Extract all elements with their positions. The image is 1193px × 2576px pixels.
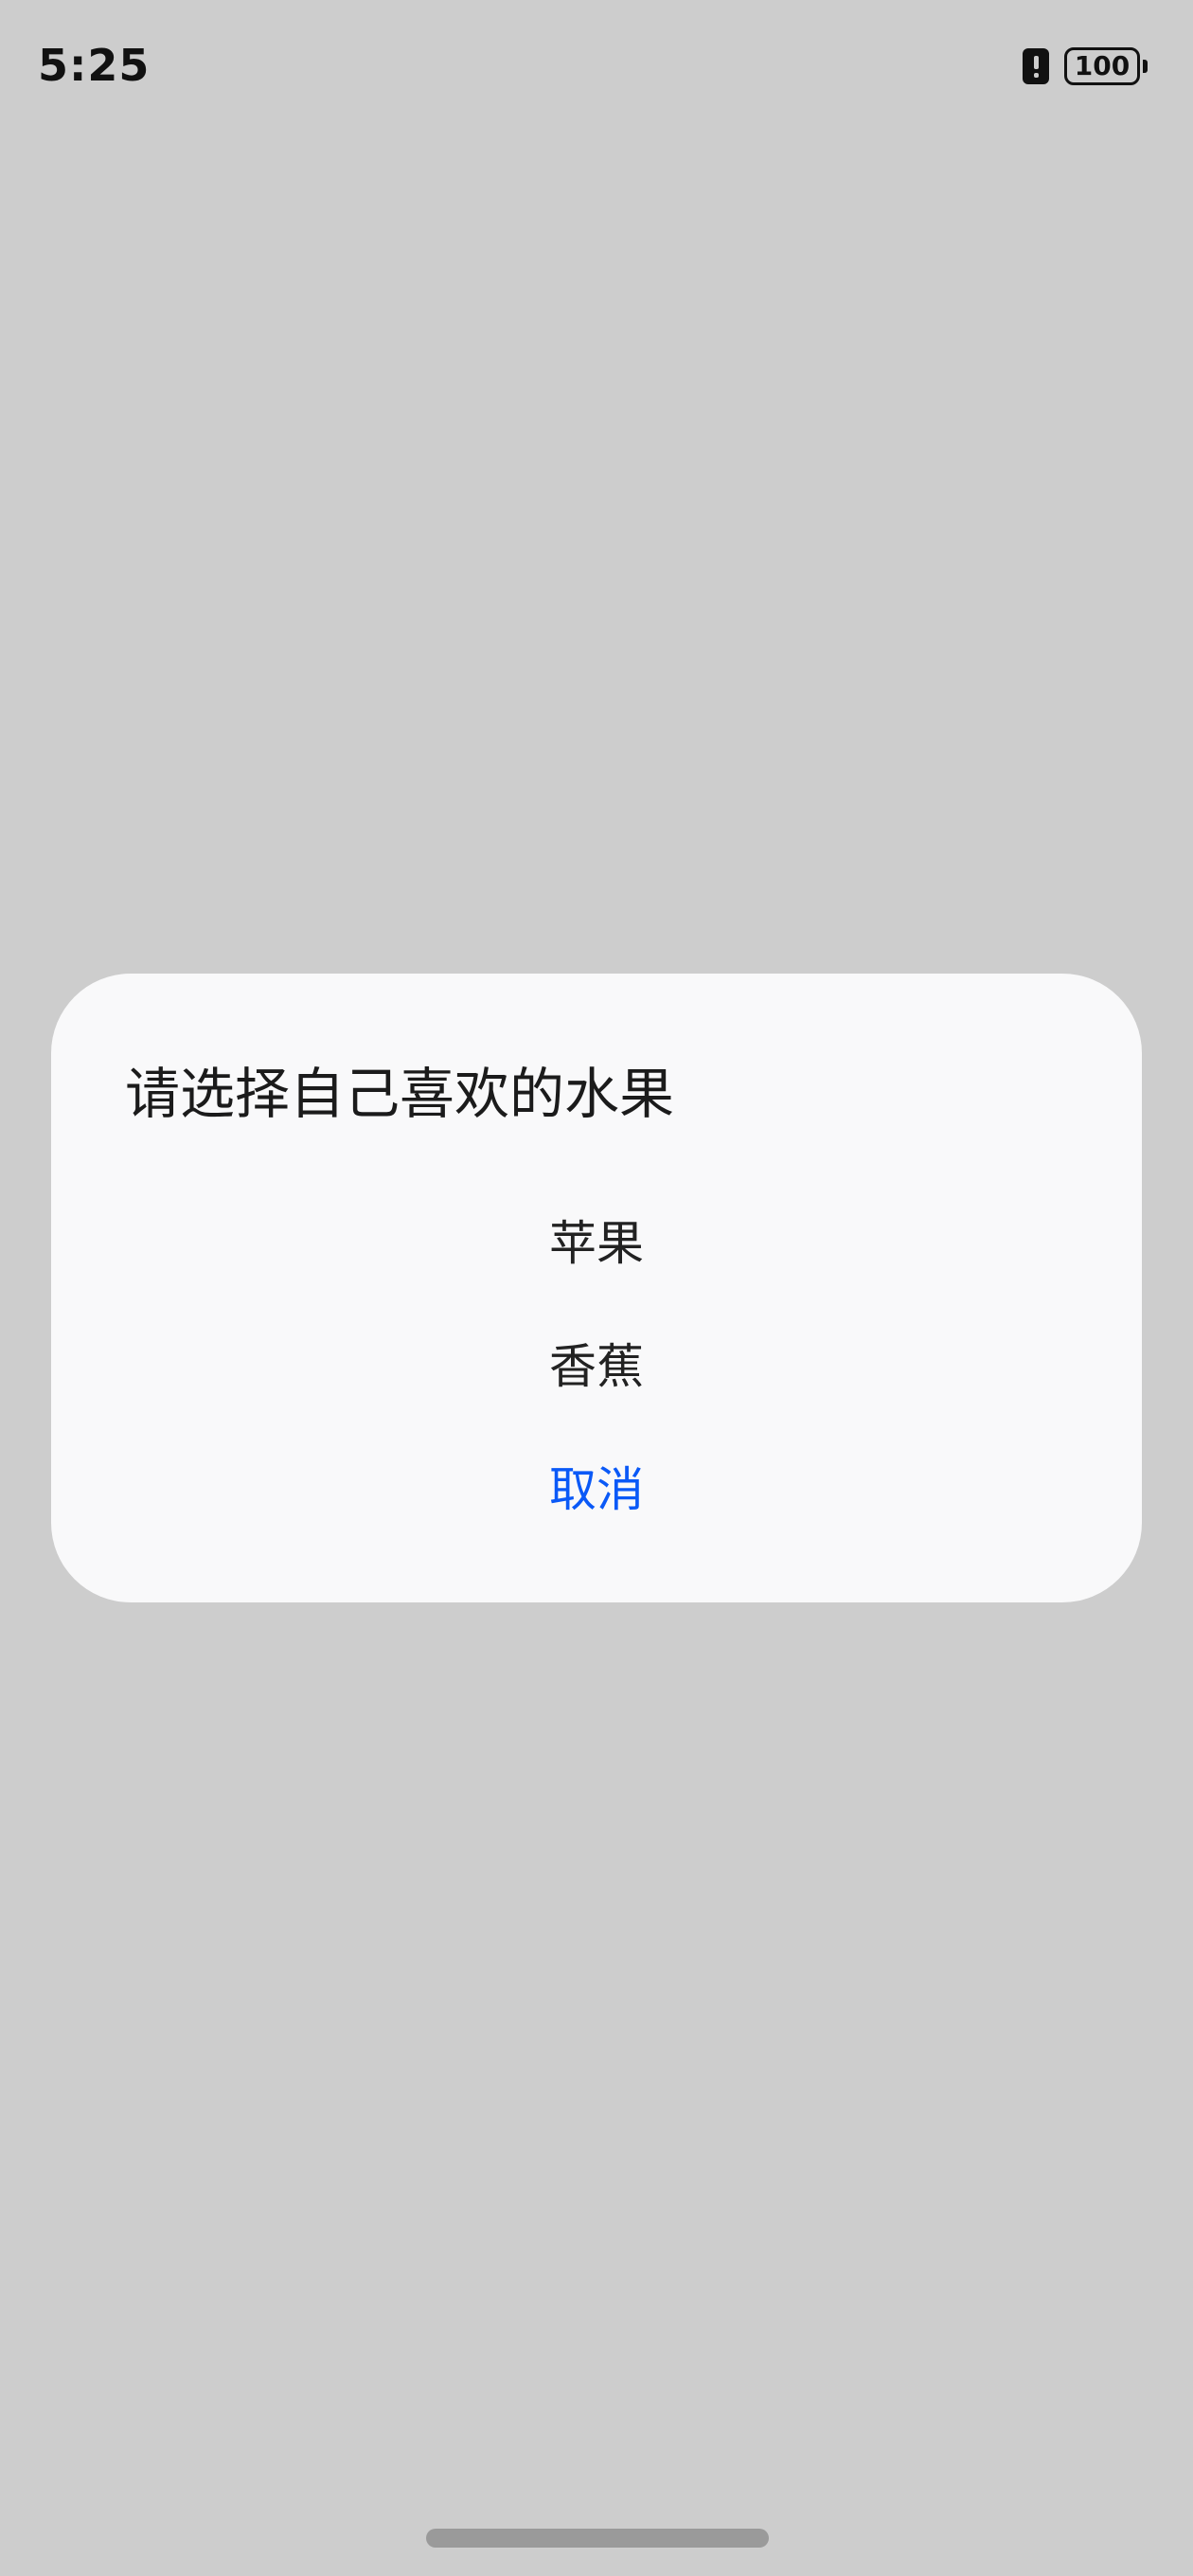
battery-icon: 100 [1064, 47, 1148, 85]
home-indicator[interactable] [426, 2529, 769, 2548]
status-icons: 100 [1023, 47, 1148, 85]
battery-level: 100 [1064, 47, 1140, 85]
dialog-title: 请选择自己喜欢的水果 [125, 1062, 675, 1126]
option-apple[interactable]: 苹果 [51, 1210, 1142, 1277]
fruit-select-dialog: 请选择自己喜欢的水果 苹果 香蕉 取消 [51, 974, 1142, 1602]
alert-icon [1023, 48, 1049, 84]
option-banana[interactable]: 香蕉 [51, 1333, 1142, 1400]
status-time: 5:25 [38, 40, 151, 91]
status-bar: 5:25 100 [0, 0, 1193, 133]
battery-tip [1143, 60, 1148, 73]
cancel-button[interactable]: 取消 [51, 1457, 1142, 1523]
